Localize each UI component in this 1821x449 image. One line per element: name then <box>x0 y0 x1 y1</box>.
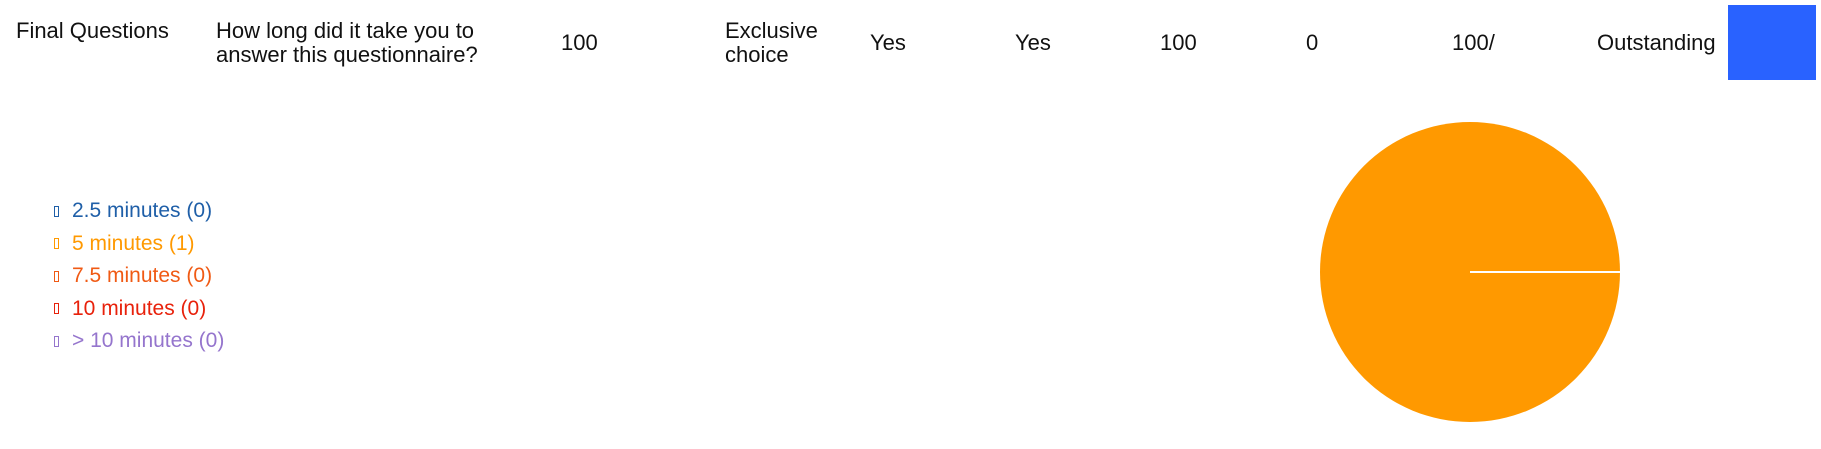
question-report: Final Questions How long did it take you… <box>0 0 1821 449</box>
answered-value: Yes <box>870 30 906 55</box>
legend-swatch-icon <box>54 238 59 250</box>
legend-label: 2.5 minutes (0) <box>72 199 213 223</box>
question-text: How long did it take you to answer this … <box>216 19 478 67</box>
type-line-1: Exclusive <box>725 18 818 43</box>
question-line-1: How long did it take you to <box>216 18 475 43</box>
legend-item: 5 minutes (1) <box>54 228 224 261</box>
legend-swatch-icon <box>54 205 59 217</box>
legend-label: 10 minutes (0) <box>72 296 207 320</box>
question-line-2: answer this questionnaire? <box>216 42 478 67</box>
min-points-value: 0 <box>1306 30 1319 55</box>
legend-swatch-icon <box>54 303 59 315</box>
legend-item: > 10 minutes (0) <box>54 325 224 358</box>
legend-swatch-icon <box>54 335 59 347</box>
rating-value: Outstanding <box>1597 30 1716 55</box>
score-value: 100 <box>561 30 598 55</box>
required-value: Yes <box>1015 30 1051 55</box>
pie-legend: 2.5 minutes (0) 5 minutes (1) 7.5 minutes … <box>54 195 224 358</box>
legend-label: > 10 minutes (0) <box>72 329 225 353</box>
max-points-value: 100 <box>1160 30 1197 55</box>
legend-label: 5 minutes (1) <box>72 231 195 255</box>
legend-item: 2.5 minutes (0) <box>54 195 224 228</box>
pie-chart <box>1320 122 1620 422</box>
legend-label: 7.5 minutes (0) <box>72 264 213 288</box>
rating-color-box <box>1728 5 1816 80</box>
type-line-2: choice <box>725 42 789 67</box>
section-name: Final Questions <box>16 18 169 43</box>
legend-swatch-icon <box>54 270 59 282</box>
result-value: 100/ <box>1452 30 1495 55</box>
question-type: Exclusive choice <box>725 19 818 67</box>
legend-item: 10 minutes (0) <box>54 293 224 326</box>
legend-item: 7.5 minutes (0) <box>54 260 224 293</box>
